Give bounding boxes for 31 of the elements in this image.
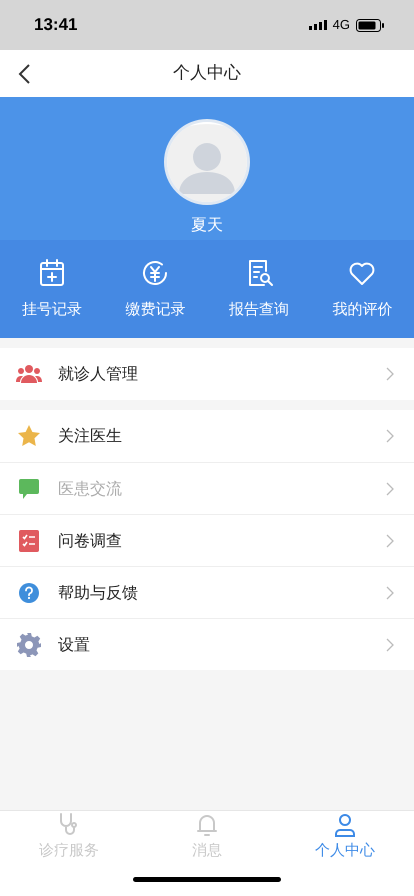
signal-icon	[308, 20, 327, 30]
status-time: 13:41	[34, 14, 78, 36]
shortcut-button[interactable]: 挂号记录	[0, 240, 104, 338]
bell-icon	[194, 812, 220, 838]
chat-bubble-icon	[18, 478, 40, 500]
settings-icon	[16, 632, 42, 658]
menu-item[interactable]: 关注医生	[0, 410, 414, 462]
page-title: 个人中心	[173, 62, 241, 85]
menu-item[interactable]: 问卷调查	[0, 514, 414, 566]
menu-item[interactable]: 就诊人管理	[0, 348, 414, 400]
shortcut-button[interactable]: 缴费记录	[104, 240, 207, 338]
checklist-icon	[19, 530, 39, 552]
star-icon	[17, 424, 41, 448]
shortcut-button[interactable]: 我的评价	[310, 240, 414, 338]
person-icon	[332, 812, 358, 838]
shortcut-button[interactable]: 报告查询	[207, 240, 310, 338]
chevron-right-icon	[386, 638, 394, 652]
help-icon	[18, 582, 40, 604]
chevron-right-icon	[386, 534, 394, 548]
user-name: 夏天	[191, 214, 223, 236]
menu-item[interactable]: 帮助与反馈	[0, 566, 414, 618]
battery-icon	[356, 18, 384, 32]
back-icon	[17, 62, 31, 84]
chevron-right-icon	[386, 367, 394, 381]
menu-item[interactable]: 设置	[0, 618, 414, 670]
chevron-right-icon	[386, 429, 394, 443]
tab-item[interactable]: 个人中心	[276, 811, 414, 863]
chevron-right-icon	[386, 586, 394, 600]
people-icon	[16, 364, 42, 384]
network-label: 4G	[332, 16, 350, 34]
chevron-right-icon	[386, 482, 394, 496]
